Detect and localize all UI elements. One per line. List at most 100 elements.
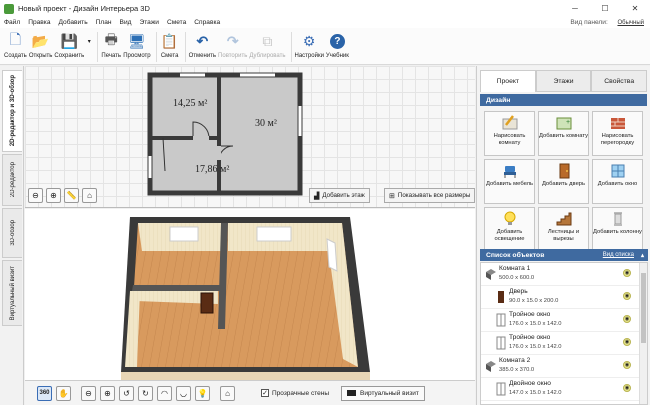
eye-icon[interactable]: ◉ (623, 384, 631, 392)
plan-controls: ⊖ ⊕ 📏 ⌂ (28, 188, 100, 203)
estimate-button[interactable]: 📋 Смета (160, 28, 180, 64)
virtual-visit-button[interactable]: Виртуальный визит (341, 385, 425, 401)
tutorial-button[interactable]: ? Учебник (326, 28, 349, 64)
list-item[interactable]: Тройное окно 176.0 x 15.0 x 142.0 ◉ (481, 332, 647, 355)
tab-floors[interactable]: Этажи (535, 70, 592, 92)
eye-icon[interactable]: ◉ (623, 315, 631, 323)
print-button[interactable]: 🖶 Печать (101, 28, 121, 64)
zoom-in-button[interactable]: ⊕ (46, 188, 61, 203)
add-column-button[interactable]: Добавить колонну (592, 207, 643, 252)
tab-3d-view[interactable]: 3D-обзор (2, 208, 22, 258)
eye-icon[interactable]: ◉ (623, 361, 631, 369)
lighting-button[interactable]: 💡 (195, 385, 210, 401)
tilt-up-button[interactable]: ◠ (157, 385, 172, 401)
brick-wall-icon (610, 118, 625, 129)
tab-properties[interactable]: Свойства (591, 70, 648, 92)
menu-add[interactable]: Добавить (59, 19, 88, 26)
undo-button[interactable]: ↶ Отменить (189, 28, 216, 64)
minimize-button[interactable]: ─ (560, 0, 590, 17)
menu-help[interactable]: Справка (194, 19, 220, 26)
open-button[interactable]: 📂 Открыть (29, 28, 53, 64)
view-3d-canvas[interactable] (25, 209, 475, 380)
toolbar-separator (290, 32, 292, 62)
draw-partition-button[interactable]: Нарисовать перегородку (592, 111, 643, 156)
tilt-down-button[interactable]: ◡ (176, 385, 191, 401)
rotate-right-icon: ↻ (142, 388, 149, 398)
eye-icon[interactable]: ◉ (623, 338, 631, 346)
design-button-grid: Нарисовать комнату + Добавить комнату На… (484, 111, 650, 252)
help-icon: ? (327, 31, 347, 51)
add-furniture-button[interactable]: Добавить мебель (484, 159, 535, 204)
plan-2d-canvas[interactable]: 14,25 м² 30 м² 17,86 м² (25, 66, 475, 208)
door-icon (559, 163, 569, 179)
window-object-icon (496, 382, 506, 396)
add-door-button[interactable]: Добавить дверь (538, 159, 589, 204)
window-object-icon (496, 313, 506, 327)
object-list-scrollbar[interactable] (639, 263, 647, 404)
undo-icon: ↶ (196, 32, 209, 49)
menu-file[interactable]: Файл (4, 19, 20, 26)
menu-estimate[interactable]: Смета (167, 19, 186, 26)
show-all-sizes-button[interactable]: ⊞ Показывать все размеры (384, 188, 476, 203)
list-view-selector[interactable]: Вид списка (603, 252, 634, 258)
add-window-button[interactable]: Добавить окно (592, 159, 643, 204)
eye-icon[interactable]: ◉ (623, 269, 631, 277)
tab-project[interactable]: Проект (480, 70, 536, 92)
draw-room-button[interactable]: Нарисовать комнату (484, 111, 535, 156)
close-button[interactable]: ✕ (620, 0, 650, 17)
preview-button[interactable]: 🖥 Просмотр (123, 28, 150, 64)
duplicate-icon: ⧉ (262, 32, 273, 49)
add-lighting-button[interactable]: Добавить освещение (484, 207, 535, 252)
checkbox-box[interactable]: ✓ (261, 389, 269, 397)
tilt-down-icon: ◡ (180, 388, 187, 398)
eye-icon[interactable]: ◉ (623, 292, 631, 300)
list-item[interactable]: Двойное окно 147.0 x 15.0 x 142.0 ◉ (481, 378, 647, 401)
toolbar-separator (184, 32, 186, 62)
transparent-walls-checkbox[interactable]: ✓ Прозрачные стены (261, 389, 329, 397)
zoom-out-icon: ⊖ (85, 388, 92, 398)
home-view-button[interactable]: ⌂ (82, 188, 97, 203)
estimate-icon: 📋 (160, 32, 179, 49)
maximize-button[interactable]: ☐ (590, 0, 620, 17)
chevron-up-icon[interactable]: ▴ (641, 252, 644, 259)
menu-view[interactable]: Вид (120, 19, 132, 26)
tab-2d-and-3d[interactable]: 2D-редактор и 3D-обзор (2, 70, 22, 152)
tab-virtual-visit[interactable]: Виртуальный визит (2, 260, 22, 326)
view-panel-value[interactable]: Обычный (617, 20, 644, 26)
zoom-out-3d-button[interactable]: ⊖ (81, 385, 96, 401)
tab-2d-editor[interactable]: 2D-редактор (2, 154, 22, 206)
stairs-icon: ▟ (314, 192, 320, 200)
view-panel-selector[interactable]: Вид панели: Обычный (570, 19, 644, 26)
scrollbar-thumb[interactable] (641, 273, 646, 343)
view-360-button[interactable]: 360 (37, 385, 52, 401)
save-icon: 💾 (60, 32, 79, 49)
menu-edit[interactable]: Правка (28, 19, 50, 26)
settings-button[interactable]: ⚙ Настройки (295, 28, 324, 64)
rotate-right-button[interactable]: ↻ (138, 385, 153, 401)
home-3d-button[interactable]: ⌂ (220, 385, 235, 401)
add-room-button[interactable]: + Добавить комнату (538, 111, 589, 156)
hand-icon: ✋ (58, 388, 69, 398)
add-floor-button[interactable]: ▟ Добавить этаж (309, 188, 370, 203)
ruler-button[interactable]: 📏 (64, 188, 79, 203)
object-list-header: Список объектов Вид списка ▴ (480, 249, 648, 261)
new-file-icon: 🗋 (9, 31, 22, 47)
menu-plan[interactable]: План (96, 19, 112, 26)
monitor-icon: 🖥 (128, 32, 146, 49)
right-panel: Проект Этажи Свойства Дизайн Нарисовать … (476, 66, 650, 405)
list-item[interactable]: Дверь 90.0 x 15.0 x 200.0 ◉ (481, 286, 647, 309)
list-item[interactable]: Комната 2 385.0 x 370.0 ◉ (481, 355, 647, 378)
zoom-in-3d-button[interactable]: ⊕ (100, 385, 115, 401)
menu-floors[interactable]: Этажи (139, 19, 158, 26)
list-item[interactable]: Комната 1 500.0 x 600.0 ◉ (481, 263, 647, 286)
duplicate-button[interactable]: ⧉ Дублировать (249, 28, 285, 64)
zoom-out-button[interactable]: ⊖ (28, 188, 43, 203)
pan-button[interactable]: ✋ (56, 385, 71, 401)
redo-button[interactable]: ↷ Повторить (218, 28, 247, 64)
list-item[interactable]: Тройное окно 176.0 x 15.0 x 142.0 ◉ (481, 309, 647, 332)
create-button[interactable]: 🗋 Создать (4, 28, 27, 64)
save-dropdown[interactable]: ▾ (86, 28, 92, 64)
stairs-button[interactable]: Лестницы и вырезы (538, 207, 589, 252)
window-icon (611, 164, 624, 178)
rotate-left-button[interactable]: ↺ (119, 385, 134, 401)
